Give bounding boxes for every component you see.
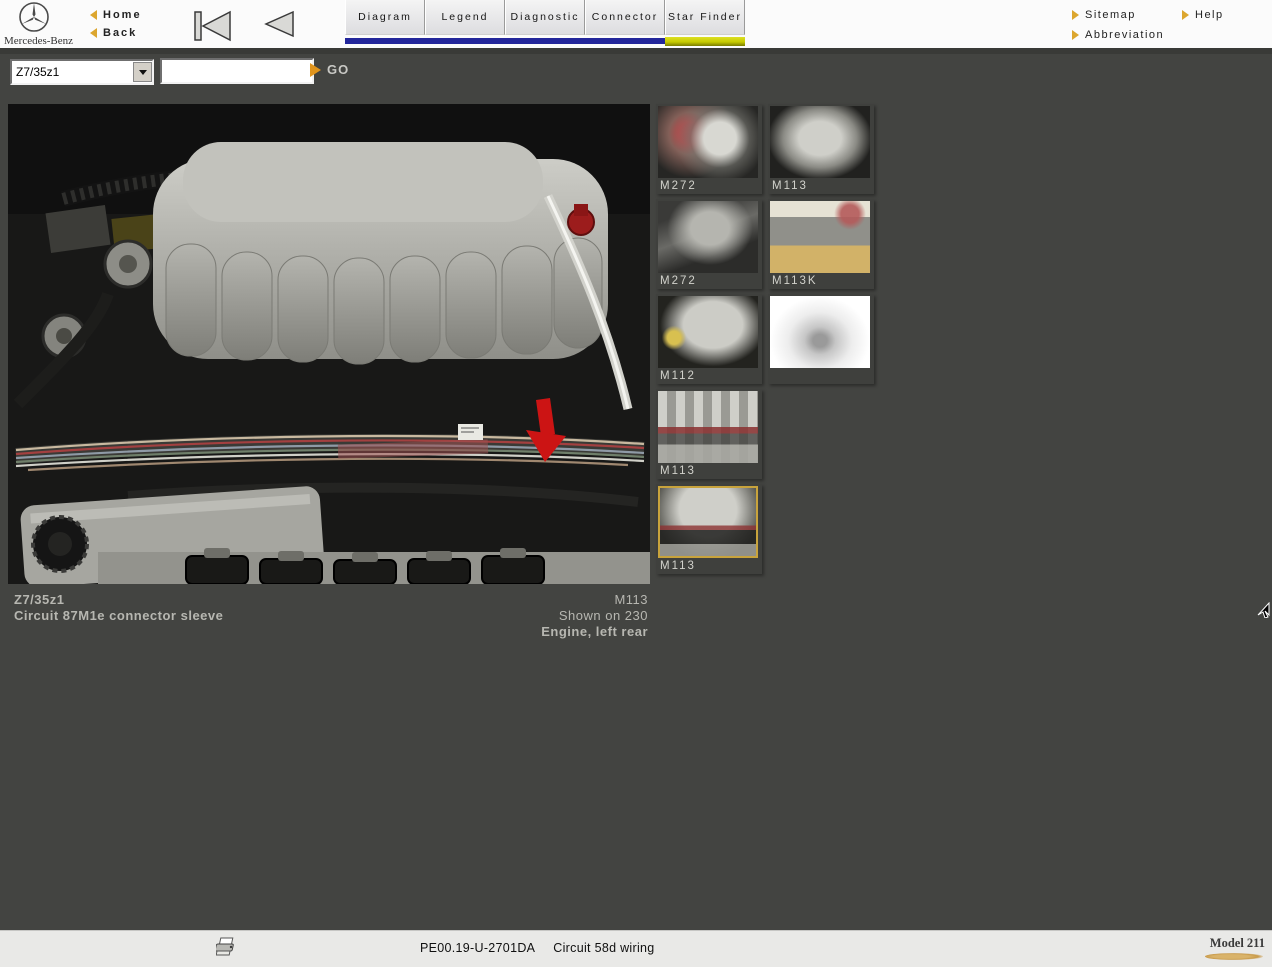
thumbnail-label: M112 xyxy=(660,370,760,384)
search-input[interactable] xyxy=(160,58,314,84)
thumbnail-image xyxy=(770,201,870,273)
main-photo xyxy=(8,104,650,584)
document-title: Circuit 58d wiring xyxy=(553,941,654,955)
gold-arrow-icon xyxy=(1072,10,1079,20)
chevron-down-icon xyxy=(139,70,147,75)
thumbnail-image xyxy=(770,296,870,368)
caption-shown-on: Shown on 230 xyxy=(348,608,648,624)
caption-description: Circuit 87M1e connector sleeve xyxy=(14,608,223,624)
thumbnail-list: M272 M113 M272 M113K M112 M113 M113 xyxy=(656,104,874,574)
go-button[interactable]: GO xyxy=(310,62,349,77)
tab-legend[interactable]: Legend xyxy=(425,0,505,46)
model-badge: Model 211 xyxy=(1195,936,1265,960)
thumbnail-label: M272 xyxy=(660,275,760,289)
gold-arrow-icon xyxy=(90,28,97,38)
thumbnail-image xyxy=(658,296,758,368)
link-help[interactable]: Help xyxy=(1182,7,1262,23)
tab-label: Diagram xyxy=(358,11,412,23)
print-icon[interactable] xyxy=(216,937,238,957)
tab-label: Diagnostic xyxy=(510,11,579,23)
header-divider xyxy=(0,48,1272,54)
tab-label: Star Finder xyxy=(668,11,742,23)
link-label: Sitemap xyxy=(1085,9,1136,21)
thumbnail-m272-3[interactable]: M272 xyxy=(656,199,762,289)
thumbnail-m272-1[interactable]: M272 xyxy=(656,104,762,194)
thumbnail-m113-8[interactable]: M113 xyxy=(656,484,762,574)
link-label: Abbreviation xyxy=(1085,29,1164,41)
caption-right: M113 Shown on 230 Engine, left rear xyxy=(348,592,648,640)
tab-connector[interactable]: Connector xyxy=(585,0,665,46)
gold-arrow-icon xyxy=(1072,30,1079,40)
header-bar: Mercedes-Benz HomeBack DiagramLegendDiag… xyxy=(0,0,1272,48)
go-arrow-icon xyxy=(310,63,321,77)
tab-underline xyxy=(505,38,585,44)
document-info: PE00.19-U-2701DA Circuit 58d wiring xyxy=(420,941,655,955)
gold-arrow-icon xyxy=(1182,10,1189,20)
tab-underline xyxy=(585,38,665,44)
mouse-cursor xyxy=(1256,602,1270,618)
thumbnail-m112-5[interactable]: M112 xyxy=(656,294,762,384)
model-swoosh-icon xyxy=(1205,953,1263,960)
caption-engine-code: M113 xyxy=(348,592,648,608)
thumbnail-image xyxy=(658,486,758,558)
thumbnail-image xyxy=(658,106,758,178)
link-home[interactable]: Home xyxy=(90,6,142,24)
thumbnail-m113-2[interactable]: M113 xyxy=(768,104,874,194)
tab-label: Connector xyxy=(592,11,658,23)
thumbnail-label xyxy=(772,370,872,384)
link-label: Back xyxy=(103,27,137,39)
first-page-icon[interactable] xyxy=(192,10,234,42)
tab-star-finder[interactable]: Star Finder xyxy=(665,0,745,46)
thumbnail-label: M113 xyxy=(660,465,760,479)
thumbnail-m113k-4[interactable]: M113K xyxy=(768,199,874,289)
link-back[interactable]: Back xyxy=(90,24,142,42)
mercedes-star-icon xyxy=(16,1,52,35)
go-label: GO xyxy=(327,62,349,77)
tab-label: Legend xyxy=(441,11,488,23)
thumbnail-m113-7[interactable]: M113 xyxy=(656,389,762,479)
tab-bar: Diagram Legend Diagnostic Connector Star Fin… xyxy=(345,0,745,46)
tab-diagram[interactable]: Diagram xyxy=(345,0,425,46)
tab-diagnostic[interactable]: Diagnostic xyxy=(505,0,585,46)
link-label: Home xyxy=(103,9,142,21)
thumbnail-image xyxy=(770,106,870,178)
tab-underline xyxy=(665,37,745,46)
component-select-value: Z7/35z1 xyxy=(12,65,133,79)
thumbnail-vehicle-6[interactable] xyxy=(768,294,874,384)
status-bar: PE00.19-U-2701DA Circuit 58d wiring Model… xyxy=(0,930,1272,967)
caption-code: Z7/35z1 xyxy=(14,592,223,608)
dropdown-button[interactable] xyxy=(133,62,152,82)
tab-underline xyxy=(345,38,425,44)
model-label: Model 211 xyxy=(1195,936,1265,951)
application-window: Mercedes-Benz HomeBack DiagramLegendDiag… xyxy=(0,0,1272,967)
thumbnail-label: M272 xyxy=(660,180,760,194)
gold-arrow-icon xyxy=(90,10,97,20)
tab-underline xyxy=(425,38,505,44)
previous-page-icon[interactable] xyxy=(262,10,296,38)
brand-logo-block: Mercedes-Benz xyxy=(4,1,84,47)
link-sitemap[interactable]: Sitemap xyxy=(1072,7,1182,23)
thumbnail-label: M113 xyxy=(772,180,872,194)
component-select[interactable]: Z7/35z1 xyxy=(10,59,154,85)
quick-links: Home Back xyxy=(90,6,142,42)
engine-photo-illustration xyxy=(8,104,650,584)
history-nav xyxy=(192,10,296,42)
caption-location: Engine, left rear xyxy=(348,624,648,640)
brand-name: Mercedes-Benz xyxy=(4,35,84,47)
thumbnail-label: M113K xyxy=(772,275,872,289)
thumbnail-image xyxy=(658,201,758,273)
caption-left: Z7/35z1 Circuit 87M1e connector sleeve xyxy=(14,592,223,624)
link-abbreviation[interactable]: Abbreviation xyxy=(1072,27,1262,43)
thumbnail-label: M113 xyxy=(660,560,760,574)
utility-links: Sitemap Help Abbreviation xyxy=(1072,7,1262,47)
link-label: Help xyxy=(1195,9,1224,21)
document-code: PE00.19-U-2701DA xyxy=(420,941,535,955)
thumbnail-image xyxy=(658,391,758,463)
